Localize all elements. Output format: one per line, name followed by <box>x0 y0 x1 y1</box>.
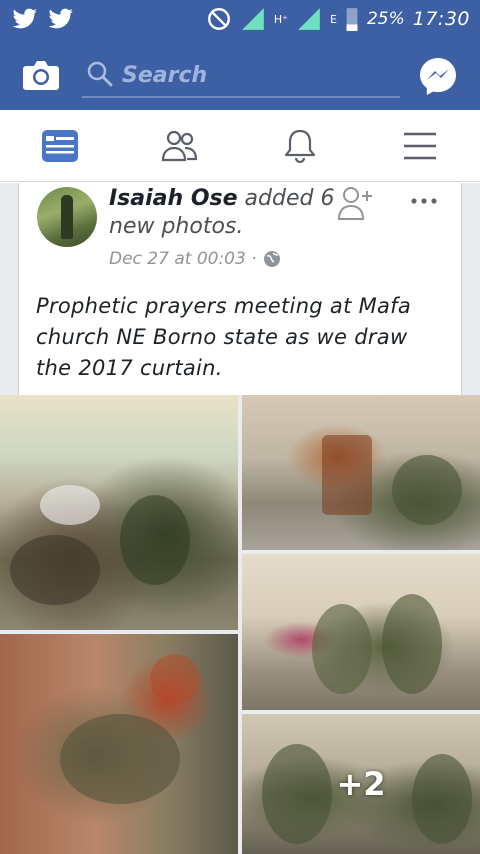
post-header: Isaiah Ose added 6 new photos. <box>109 185 339 241</box>
more-options-icon[interactable] <box>409 191 439 211</box>
do-not-disturb-icon <box>207 8 230 30</box>
post-photo[interactable] <box>242 554 480 710</box>
status-bar: H⁺ E 25% 17:30 <box>0 0 480 38</box>
post-photo[interactable] <box>242 395 480 550</box>
network-type-label: H⁺ <box>273 12 288 26</box>
tab-bar <box>0 110 480 182</box>
search-input[interactable] <box>122 58 392 92</box>
add-friend-icon[interactable] <box>337 185 375 221</box>
post-photo[interactable] <box>0 634 238 854</box>
post-photo[interactable]: +2 <box>242 714 480 854</box>
post-text: Prophetic prayers meeting at Mafa church… <box>36 294 412 380</box>
top-nav <box>0 38 480 110</box>
battery-percent: 25% <box>366 9 405 29</box>
clock: 17:30 <box>412 8 470 30</box>
news-feed-icon[interactable] <box>40 128 80 164</box>
network-type-label: E <box>329 12 337 26</box>
post-card: Isaiah Ose added 6 new photos. Dec 27 at… <box>18 183 462 395</box>
search-bar[interactable] <box>82 56 400 98</box>
twitter-icon <box>48 8 73 29</box>
avatar[interactable] <box>37 187 97 247</box>
more-photos-label[interactable]: +2 <box>242 714 480 854</box>
signal-icon <box>242 8 264 30</box>
messenger-icon[interactable] <box>418 56 458 96</box>
post-photo[interactable] <box>0 395 238 630</box>
post-timestamp[interactable]: Dec 27 at 00:03 · <box>109 249 257 269</box>
search-icon <box>87 61 113 87</box>
post-meta: Dec 27 at 00:03 · <box>109 249 281 269</box>
post-author[interactable]: Isaiah Ose <box>109 186 238 211</box>
menu-icon[interactable] <box>400 128 440 164</box>
camera-icon[interactable] <box>22 58 60 92</box>
globe-icon <box>263 251 280 267</box>
battery-icon <box>346 8 358 31</box>
avatar-figure <box>61 195 73 239</box>
bell-icon[interactable] <box>280 128 320 164</box>
signal-icon <box>298 8 320 30</box>
friends-icon[interactable] <box>160 128 200 164</box>
twitter-icon <box>12 8 37 29</box>
